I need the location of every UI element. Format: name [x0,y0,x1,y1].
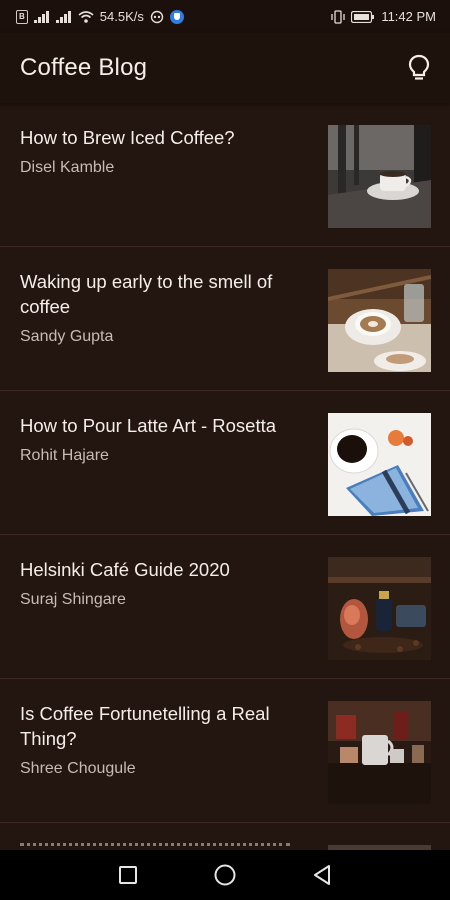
post-item[interactable]: Is Coffee Fortunetelling a Real Thing? S… [0,679,450,823]
post-thumbnail [328,701,431,804]
post-item[interactable]: Helsinki Café Guide 2020 Suraj Shingare [0,535,450,679]
battery-icon [351,10,375,24]
post-title: How to Pour Latte Art - Rosetta [20,415,277,436]
post-author: Rohit Hajare [20,447,109,464]
post-text: How to Pour Latte Art - Rosetta Rohit Ha… [20,413,310,465]
next-post-peek[interactable] [0,823,450,853]
post-title: Helsinki Café Guide 2020 [20,559,230,580]
vibrate-icon [331,9,345,24]
status-right: 11:42 PM [331,9,436,24]
post-author: Suraj Shingare [20,591,126,608]
post-text: Is Coffee Fortunetelling a Real Thing? S… [20,701,310,778]
post-author: Sandy Gupta [20,328,114,345]
carrier-badge: B [16,9,28,24]
post-item[interactable]: How to Brew Iced Coffee? Disel Kamble [0,103,450,247]
post-title: Is Coffee Fortunetelling a Real Thing? [20,703,270,749]
status-left: B 54.5K/s [16,9,184,24]
back-triangle-icon[interactable] [302,855,342,895]
post-thumbnail [328,413,431,516]
post-text: How to Brew Iced Coffee? Disel Kamble [20,125,310,177]
home-circle-icon[interactable] [205,855,245,895]
post-text: Helsinki Café Guide 2020 Suraj Shingare [20,557,310,609]
post-text: Waking up early to the smell of coffee S… [20,269,310,346]
post-author: Shree Chougule [20,760,136,777]
status-bar: B 54.5K/s 11:42 PM [0,0,450,33]
system-nav-bar [0,850,450,900]
app-title: Coffee Blog [20,54,148,81]
signal-icon [33,10,50,24]
lightbulb-icon[interactable] [406,53,432,83]
recents-square-icon[interactable] [108,855,148,895]
post-item[interactable]: How to Pour Latte Art - Rosetta Rohit Ha… [0,391,450,535]
security-shield-icon [169,9,184,24]
post-thumbnail [328,557,431,660]
post-thumbnail [328,125,431,228]
wifi-icon [78,10,94,24]
post-list: How to Brew Iced Coffee? Disel Kamble Wa… [0,103,450,823]
post-author: Disel Kamble [20,159,115,176]
gamepad-icon [150,10,164,24]
network-speed: 54.5K/s [99,9,144,24]
post-title: How to Brew Iced Coffee? [20,127,235,148]
post-title: Waking up early to the smell of coffee [20,271,273,317]
post-item[interactable]: Waking up early to the smell of coffee S… [0,247,450,391]
clock: 11:42 PM [381,9,436,24]
app-bar: Coffee Blog [0,33,450,103]
post-thumbnail [328,269,431,372]
signal-2-icon [55,10,72,24]
